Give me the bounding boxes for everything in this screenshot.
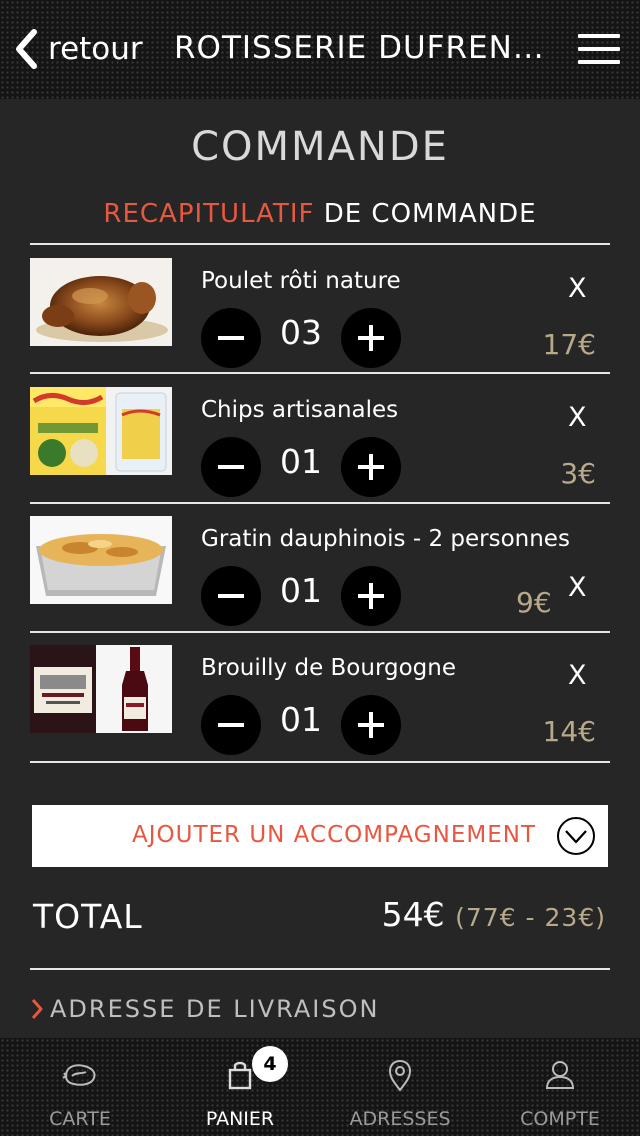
decrease-quantity-button[interactable] xyxy=(201,566,261,626)
decrease-quantity-button[interactable] xyxy=(201,437,261,497)
increase-quantity-button[interactable] xyxy=(341,566,401,626)
delivery-address-section[interactable]: ADRESSE DE LIVRAISON xyxy=(30,993,379,1025)
chicken-icon xyxy=(62,1064,96,1086)
increase-quantity-button[interactable] xyxy=(341,308,401,368)
item-name: Brouilly de Bourgogne xyxy=(201,655,457,681)
cart-item: Brouilly de Bourgogne 01 X 14€ xyxy=(30,633,610,759)
remove-item-button[interactable]: X xyxy=(568,402,587,433)
divider xyxy=(30,761,610,763)
roast-chicken-image xyxy=(30,258,172,346)
tab-adresses[interactable]: ADRESSES xyxy=(320,1038,480,1136)
divider xyxy=(30,243,610,245)
back-label: retour xyxy=(48,31,143,67)
user-icon xyxy=(545,1061,575,1089)
cart-item: Poulet rôti nature 03 X 17€ xyxy=(30,246,610,372)
item-name: Chips artisanales xyxy=(201,397,399,423)
item-name: Poulet rôti nature xyxy=(201,268,401,294)
decrease-quantity-button[interactable] xyxy=(201,695,261,755)
add-accompaniment-label: AJOUTER UN ACCOMPAGNEMENT xyxy=(132,822,536,848)
minus-icon xyxy=(218,594,244,598)
top-bar: retour ROTISSERIE DUFRENOY xyxy=(0,0,640,99)
bottom-tab-bar: CARTE 4 PANIER ADRESSES COMPTE xyxy=(0,1038,640,1136)
wine-bottles-image xyxy=(30,645,172,733)
chevron-left-icon xyxy=(16,29,37,69)
increase-quantity-button[interactable] xyxy=(341,437,401,497)
total-value: 54€ xyxy=(381,895,445,934)
item-quantity: 03 xyxy=(280,313,322,352)
divider xyxy=(30,372,610,374)
add-accompaniment-dropdown[interactable]: AJOUTER UN ACCOMPAGNEMENT xyxy=(32,805,608,867)
tab-compte[interactable]: COMPTE xyxy=(480,1038,640,1136)
total-amount: 54€ (77€ - 23€) xyxy=(382,895,606,934)
tab-label: PANIER xyxy=(205,1108,275,1130)
remove-item-button[interactable]: X xyxy=(568,572,587,603)
decrease-quantity-button[interactable] xyxy=(201,308,261,368)
item-quantity: 01 xyxy=(280,571,322,610)
location-pin-icon xyxy=(388,1059,412,1092)
increase-quantity-button[interactable] xyxy=(341,695,401,755)
total-detail: (77€ - 23€) xyxy=(455,903,606,932)
gratin-dish-image xyxy=(30,516,172,604)
tab-label: ADRESSES xyxy=(349,1108,451,1130)
item-name: Gratin dauphinois - 2 personnes xyxy=(201,526,570,552)
minus-icon xyxy=(218,336,244,340)
hamburger-menu-icon[interactable] xyxy=(578,34,620,66)
delivery-address-label: ADRESSE DE LIVRAISON xyxy=(50,995,380,1023)
remove-item-button[interactable]: X xyxy=(568,660,587,691)
chevron-right-icon xyxy=(31,999,43,1019)
item-price: 9€ xyxy=(516,586,552,619)
chips-bag-image xyxy=(30,387,172,475)
tab-panier[interactable]: 4 PANIER xyxy=(160,1038,320,1136)
item-price: 17€ xyxy=(542,328,596,361)
cart-item: Chips artisanales 01 X 3€ xyxy=(30,375,610,501)
divider xyxy=(30,968,610,970)
restaurant-title: ROTISSERIE DUFRENOY xyxy=(174,30,544,66)
item-quantity: 01 xyxy=(280,700,322,739)
page-title: COMMANDE xyxy=(191,124,449,170)
remove-item-button[interactable]: X xyxy=(568,273,587,304)
tab-label: COMPTE xyxy=(520,1108,600,1130)
cart-count-badge: 4 xyxy=(252,1046,288,1082)
item-price: 14€ xyxy=(542,715,596,748)
minus-icon xyxy=(218,723,244,727)
tab-carte[interactable]: CARTE xyxy=(0,1038,160,1136)
tab-label: CARTE xyxy=(49,1108,111,1130)
cart-item: Gratin dauphinois - 2 personnes 01 X 9€ xyxy=(30,504,610,630)
order-summary-heading: RECAPITULATIF DE COMMANDE xyxy=(0,199,640,229)
total-label: TOTAL xyxy=(33,897,143,936)
chevron-down-circle-icon xyxy=(557,817,595,855)
back-button[interactable]: retour xyxy=(14,26,143,72)
summary-heading-white: DE COMMANDE xyxy=(323,199,537,229)
summary-heading-red: RECAPITULATIF xyxy=(103,199,315,229)
item-quantity: 01 xyxy=(280,442,322,481)
item-price: 3€ xyxy=(560,457,596,490)
minus-icon xyxy=(218,465,244,469)
